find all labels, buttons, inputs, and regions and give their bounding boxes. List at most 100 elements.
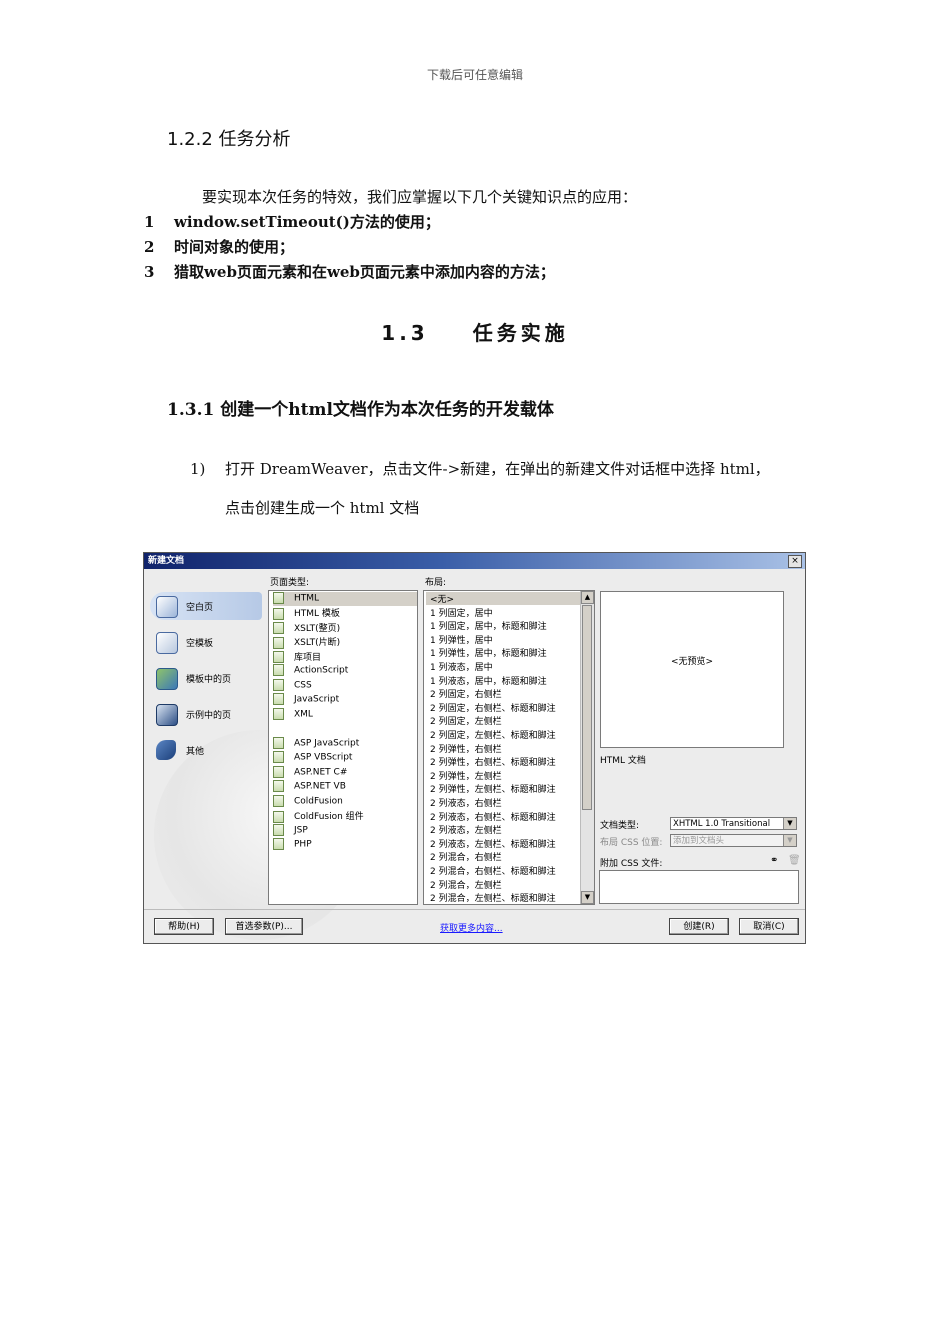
list-item[interactable]: 1 列液态，居中，标题和脚注 xyxy=(430,674,547,687)
list-item[interactable]: 2 列固定，右侧栏 xyxy=(430,687,502,700)
document-description: HTML 文档 xyxy=(600,756,646,766)
list-item[interactable]: 1 列液态，居中 xyxy=(430,660,493,673)
nav-item-other[interactable]: 其他 xyxy=(150,736,262,764)
list-item[interactable]: 2 列弹性，右侧栏 xyxy=(430,742,502,755)
document-icon xyxy=(273,823,284,836)
layout-label: 布局: xyxy=(425,578,447,588)
list-item[interactable]: ASP VBScript xyxy=(273,751,352,765)
page-type-list[interactable]: HTML HTML 模板 XSLT(整页) XSLT(片断) 库项目 Actio… xyxy=(268,590,418,905)
create-button[interactable]: 创建(R) xyxy=(669,918,729,935)
list-item[interactable]: 2 列混合，右侧栏、标题和脚注 xyxy=(430,864,556,877)
document-icon xyxy=(273,751,284,763)
list-item[interactable]: 2 列液态，左侧栏、标题和脚注 xyxy=(430,837,556,850)
section-heading-1-3: 1.3 任务实施 xyxy=(0,317,950,346)
dialog-footer: 帮助(H) 首选参数(P)... 获取更多内容... 创建(R) 取消(C) xyxy=(144,909,805,943)
document-icon xyxy=(273,810,284,823)
list-item[interactable]: XSLT(片断) xyxy=(273,635,340,649)
list-item[interactable]: XSLT(整页) xyxy=(273,621,340,635)
dialog-title: 新建文档 xyxy=(144,553,805,569)
list-item[interactable]: 1 列固定，居中，标题和脚注 xyxy=(430,619,547,632)
doctype-label: 文档类型: xyxy=(600,821,640,831)
close-icon[interactable]: × xyxy=(788,555,802,568)
section-title: 任务实施 xyxy=(472,321,569,345)
list-item[interactable]: 2 列固定，左侧栏、标题和脚注 xyxy=(430,728,556,741)
list-item[interactable]: 2 列弹性，左侧栏 xyxy=(430,769,502,782)
css-position-label: 布局 CSS 位置: xyxy=(600,838,663,848)
get-more-content-link[interactable]: 获取更多内容... xyxy=(440,921,503,934)
list-item[interactable]: <无> xyxy=(426,592,580,605)
blank-template-icon xyxy=(156,632,178,654)
list-item[interactable]: ColdFusion 组件 xyxy=(273,809,364,823)
nav-item-label: 模板中的页 xyxy=(186,675,232,685)
key-point-1: 1 window.setTimeout()方法的使用； xyxy=(144,211,440,232)
list-item[interactable]: 2 列液态，右侧栏 xyxy=(430,796,502,809)
preferences-button[interactable]: 首选参数(P)... xyxy=(225,918,303,935)
document-icon xyxy=(273,607,284,620)
list-item[interactable]: 1 列弹性，居中，标题和脚注 xyxy=(430,646,547,659)
scroll-up-icon[interactable]: ▲ xyxy=(581,591,594,604)
list-item[interactable]: ASP.NET C# xyxy=(273,765,347,780)
document-icon xyxy=(273,765,284,778)
scroll-thumb[interactable] xyxy=(582,605,592,810)
list-item[interactable]: ASP.NET VB xyxy=(273,780,346,794)
document-icon xyxy=(273,678,284,691)
list-item[interactable]: CSS xyxy=(273,678,312,693)
link-icon[interactable]: ⚭ xyxy=(770,855,778,866)
list-item[interactable]: ActionScript xyxy=(273,664,348,678)
nav-item-blank-template[interactable]: 空模板 xyxy=(150,628,262,656)
key-point-text: window.setTimeout()方法的使用； xyxy=(174,213,440,231)
list-item[interactable]: 2 列液态，右侧栏、标题和脚注 xyxy=(430,810,556,823)
doctype-select[interactable]: XHTML 1.0 Transitional ▼ xyxy=(670,817,797,830)
layout-scrollbar[interactable]: ▲ ▼ xyxy=(580,591,594,904)
list-item[interactable]: JSP xyxy=(273,823,308,838)
list-item[interactable]: 2 列固定，左侧栏 xyxy=(430,714,502,727)
document-icon xyxy=(273,736,284,749)
document-icon xyxy=(273,780,284,792)
list-item[interactable]: 2 列弹性，右侧栏、标题和脚注 xyxy=(430,755,556,768)
list-item[interactable]: JavaScript xyxy=(273,693,339,707)
key-point-3: 3 猎取web页面元素和在web页面元素中添加内容的方法； xyxy=(144,261,555,282)
step-text: 打开 DreamWeaver，点击文件->新建，在弹出的新建文件对话框中选择 h… xyxy=(225,460,770,478)
list-item[interactable]: 1 列弹性，居中 xyxy=(430,633,493,646)
list-item[interactable]: XML xyxy=(273,707,313,722)
doctype-value: XHTML 1.0 Transitional xyxy=(673,819,771,829)
list-item[interactable]: 库项目 xyxy=(273,650,321,664)
list-item[interactable]: PHP xyxy=(273,838,312,852)
list-item[interactable]: 2 列液态，左侧栏 xyxy=(430,823,502,836)
section-heading-1-2-2: 1.2.2 任务分析 xyxy=(167,129,291,150)
key-point-number: 2 xyxy=(144,238,155,256)
list-item[interactable]: ASP JavaScript xyxy=(273,736,359,751)
document-icon xyxy=(273,707,284,720)
nav-item-blank-page[interactable]: 空白页 xyxy=(150,592,262,620)
key-point-2: 2 时间对象的使用； xyxy=(144,236,294,257)
nav-item-page-from-sample[interactable]: 示例中的页 xyxy=(150,700,262,728)
help-button[interactable]: 帮助(H) xyxy=(154,918,214,935)
list-item[interactable]: 2 列混合，右侧栏 xyxy=(430,850,502,863)
nav-item-page-from-template[interactable]: 模板中的页 xyxy=(150,664,262,692)
nav-item-label: 示例中的页 xyxy=(186,711,232,721)
key-point-number: 3 xyxy=(144,263,155,281)
document-icon xyxy=(273,693,284,705)
list-item[interactable]: 2 列混合，左侧栏、标题和脚注 xyxy=(430,891,556,904)
css-position-value: 添加到文档头 xyxy=(673,836,725,846)
new-document-dialog: 新建文档 × 空白页 空模板 模板中的页 示例中的页 其他 页面类型: HTML… xyxy=(143,552,806,944)
layout-list[interactable]: <无> 1 列固定，居中 1 列固定，居中，标题和脚注 1 列弹性，居中 1 列… xyxy=(423,590,595,905)
list-item[interactable]: 2 列弹性，左侧栏、标题和脚注 xyxy=(430,782,556,795)
css-position-select[interactable]: 添加到文档头 ▼ xyxy=(670,834,797,847)
cancel-button[interactable]: 取消(C) xyxy=(739,918,799,935)
scroll-down-icon[interactable]: ▼ xyxy=(581,891,594,904)
key-point-text: 猎取web页面元素和在web页面元素中添加内容的方法； xyxy=(174,263,555,281)
trash-icon[interactable]: 🗑 xyxy=(788,855,801,866)
list-item[interactable]: 2 列混合，左侧栏 xyxy=(430,878,502,891)
preview-text: <无预览> xyxy=(670,657,714,667)
list-item[interactable]: HTML 模板 xyxy=(273,606,340,620)
list-item[interactable]: ColdFusion xyxy=(273,794,343,809)
list-item[interactable]: 2 列固定，右侧栏、标题和脚注 xyxy=(430,701,556,714)
list-item[interactable]: 1 列固定，居中 xyxy=(430,606,493,619)
attached-css-list[interactable] xyxy=(599,870,799,904)
document-icon xyxy=(273,592,284,604)
list-item[interactable]: HTML xyxy=(273,592,417,606)
nav-item-label: 空模板 xyxy=(186,639,214,649)
attach-css-label: 附加 CSS 文件: xyxy=(600,859,663,869)
section-heading-1-3-1: 1.3.1 创建一个html文档作为本次任务的开发载体 xyxy=(167,400,554,420)
